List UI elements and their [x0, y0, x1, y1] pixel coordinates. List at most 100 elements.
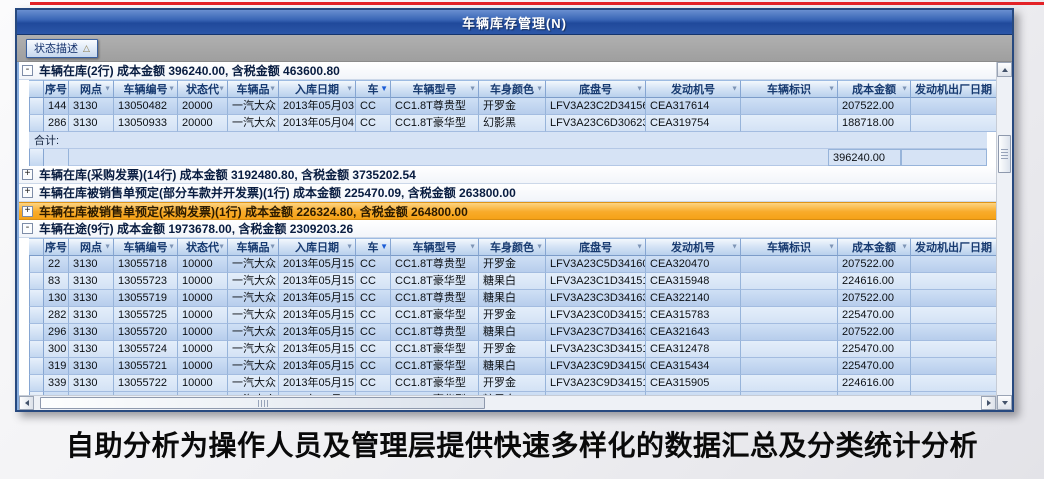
filter-icon[interactable]: ▼	[380, 243, 388, 251]
table-cell[interactable]: 286	[44, 115, 69, 132]
filter-icon[interactable]: ▼	[901, 244, 908, 251]
table-cell[interactable]: 2013年05月15	[279, 256, 356, 273]
group-row-reserved-invoice-selected[interactable]: + 车辆在库被销售单预定(采购发票)(1行) 成本金额 226324.80, 含…	[19, 202, 996, 220]
table-cell[interactable]: 20000	[178, 115, 228, 132]
row-selector[interactable]	[29, 290, 44, 307]
table-cell[interactable]	[741, 273, 838, 290]
table-cell[interactable]	[741, 307, 838, 324]
filter-icon[interactable]: ▼	[104, 86, 111, 93]
filter-icon[interactable]: ▼	[469, 86, 476, 93]
column-header-10[interactable]: 发动机号▼	[646, 80, 741, 98]
table-cell[interactable]	[911, 324, 996, 341]
table-cell[interactable]: CC	[356, 273, 391, 290]
table-cell[interactable]: CEA319754	[646, 115, 741, 132]
column-header-0[interactable]: 序号	[44, 238, 69, 256]
table-row[interactable]: 28231301305572510000一汽大众2013年05月15CCCC1.…	[29, 307, 996, 324]
column-header-13[interactable]: 发动机出厂日期	[911, 80, 996, 98]
table-cell[interactable]	[911, 341, 996, 358]
column-header-12[interactable]: 成本金额▼	[838, 80, 911, 98]
table-cell[interactable]: CC	[356, 115, 391, 132]
filter-icon[interactable]: ▼	[346, 86, 353, 93]
table-cell[interactable]: CC	[356, 324, 391, 341]
row-selector[interactable]	[29, 307, 44, 324]
column-header-4[interactable]: 车辆品▼	[228, 80, 279, 98]
table-cell[interactable]	[741, 358, 838, 375]
table-cell[interactable]	[911, 358, 996, 375]
table-cell[interactable]: 13055718	[114, 256, 178, 273]
table-cell[interactable]: 22	[44, 256, 69, 273]
table-cell[interactable]: 224616.00	[838, 375, 911, 392]
horizontal-scroll-thumb[interactable]	[40, 397, 485, 409]
table-cell[interactable]: 一汽大众	[228, 358, 279, 375]
table-cell[interactable]: 207522.00	[838, 256, 911, 273]
filter-icon[interactable]: ▼	[269, 244, 276, 251]
table-cell[interactable]: CEA320470	[646, 256, 741, 273]
table-cell[interactable]: 13055720	[114, 324, 178, 341]
vertical-scroll-track[interactable]	[997, 77, 1012, 395]
table-cell[interactable]: 130	[44, 290, 69, 307]
table-cell[interactable]: CC	[356, 341, 391, 358]
table-cell[interactable]	[911, 290, 996, 307]
table-cell[interactable]: LFV3A23C2D341561	[546, 98, 646, 115]
table-cell[interactable]: 319	[44, 358, 69, 375]
table-cell[interactable]: 3130	[69, 307, 114, 324]
table-cell[interactable]	[741, 290, 838, 307]
table-cell[interactable]: CC	[356, 358, 391, 375]
column-header-5[interactable]: 入库日期▼	[279, 238, 356, 256]
table-row[interactable]: 8331301305572310000一汽大众2013年05月15CCCC1.8…	[29, 273, 996, 290]
table-cell[interactable]: 296	[44, 324, 69, 341]
table-cell[interactable]: 207522.00	[838, 98, 911, 115]
table-cell[interactable]: LFV3A23C0D341519	[546, 307, 646, 324]
column-header-0[interactable]: 序号	[44, 80, 69, 98]
group-row-reserved-partial[interactable]: + 车辆在库被销售单预定(部分车款并开发票)(1行) 成本金额 225470.0…	[19, 184, 996, 202]
table-row[interactable]: 29631301305572010000一汽大众2013年05月15CCCC1.…	[29, 324, 996, 341]
group-chip-status[interactable]: 状态描述 △	[26, 39, 98, 58]
table-row[interactable]: 2231301305571810000一汽大众2013年05月15CCCC1.8…	[29, 256, 996, 273]
filter-icon[interactable]: ▼	[828, 244, 835, 251]
column-header-8[interactable]: 车身颜色▼	[479, 238, 546, 256]
vertical-scrollbar[interactable]	[996, 62, 1012, 410]
expand-icon[interactable]: +	[22, 206, 33, 217]
group-row-purchase-invoice[interactable]: + 车辆在库(采购发票)(14行) 成本金额 3192480.80, 含税金额 …	[19, 166, 996, 184]
filter-icon[interactable]: ▼	[731, 86, 738, 93]
column-header-5[interactable]: 入库日期▼	[279, 80, 356, 98]
filter-icon[interactable]: ▼	[901, 86, 908, 93]
table-cell[interactable]	[911, 273, 996, 290]
column-header-6[interactable]: 车▼	[356, 80, 391, 98]
table-cell[interactable]: 83	[44, 273, 69, 290]
table-cell[interactable]: 一汽大众	[228, 290, 279, 307]
table-cell[interactable]: 10000	[178, 358, 228, 375]
table-cell[interactable]: 13050482	[114, 98, 178, 115]
column-header-7[interactable]: 车辆型号▼	[391, 80, 479, 98]
table-cell[interactable]: LFV3A23C3D341631	[546, 290, 646, 307]
scroll-right-button[interactable]	[981, 396, 996, 410]
column-header-1[interactable]: 网点▼	[69, 238, 114, 256]
horizontal-scroll-track[interactable]	[34, 396, 981, 410]
table-cell[interactable]: 188718.00	[838, 115, 911, 132]
filter-icon[interactable]: ▼	[536, 86, 543, 93]
table-cell[interactable]: 10000	[178, 375, 228, 392]
column-header-3[interactable]: 状态代▼	[178, 238, 228, 256]
table-cell[interactable]: CC	[356, 307, 391, 324]
group-row-in-transit[interactable]: - 车辆在途(9行) 成本金额 1973678.00, 含税金额 2309203…	[19, 220, 996, 238]
table-cell[interactable]: 开罗金	[479, 341, 546, 358]
filter-icon[interactable]: ▼	[218, 244, 225, 251]
table-cell[interactable]: CEA322140	[646, 290, 741, 307]
column-header-3[interactable]: 状态代▼	[178, 80, 228, 98]
column-header-2[interactable]: 车辆编号▼	[114, 238, 178, 256]
column-header-1[interactable]: 网点▼	[69, 80, 114, 98]
table-cell[interactable]: 开罗金	[479, 98, 546, 115]
table-cell[interactable]	[741, 375, 838, 392]
table-cell[interactable]: 3130	[69, 341, 114, 358]
table-cell[interactable]: 一汽大众	[228, 375, 279, 392]
table-cell[interactable]	[741, 98, 838, 115]
table-cell[interactable]: 糖果白	[479, 273, 546, 290]
table-cell[interactable]: LFV3A23C9D341510	[546, 375, 646, 392]
table-cell[interactable]: CC	[356, 98, 391, 115]
horizontal-scrollbar[interactable]	[19, 395, 996, 410]
table-cell[interactable]: 一汽大众	[228, 341, 279, 358]
scroll-down-button[interactable]	[997, 395, 1012, 410]
table-cell[interactable]: 13055719	[114, 290, 178, 307]
column-header-2[interactable]: 车辆编号▼	[114, 80, 178, 98]
collapse-icon[interactable]: -	[22, 65, 33, 76]
